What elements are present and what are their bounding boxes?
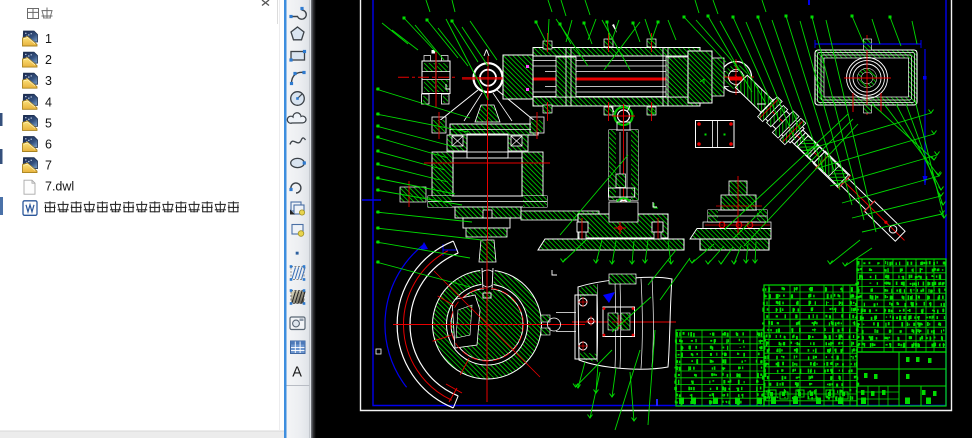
svg-text:6: 6 [45,138,52,152]
svg-text:A: A [292,365,302,381]
svg-text:1: 1 [45,32,52,46]
svg-text:7: 7 [45,159,52,173]
svg-text:7.dwl: 7.dwl [45,180,74,194]
svg-text:2: 2 [45,53,52,67]
svg-text:4: 4 [45,95,52,109]
svg-text:5: 5 [45,116,52,130]
svg-text:3: 3 [45,74,52,88]
